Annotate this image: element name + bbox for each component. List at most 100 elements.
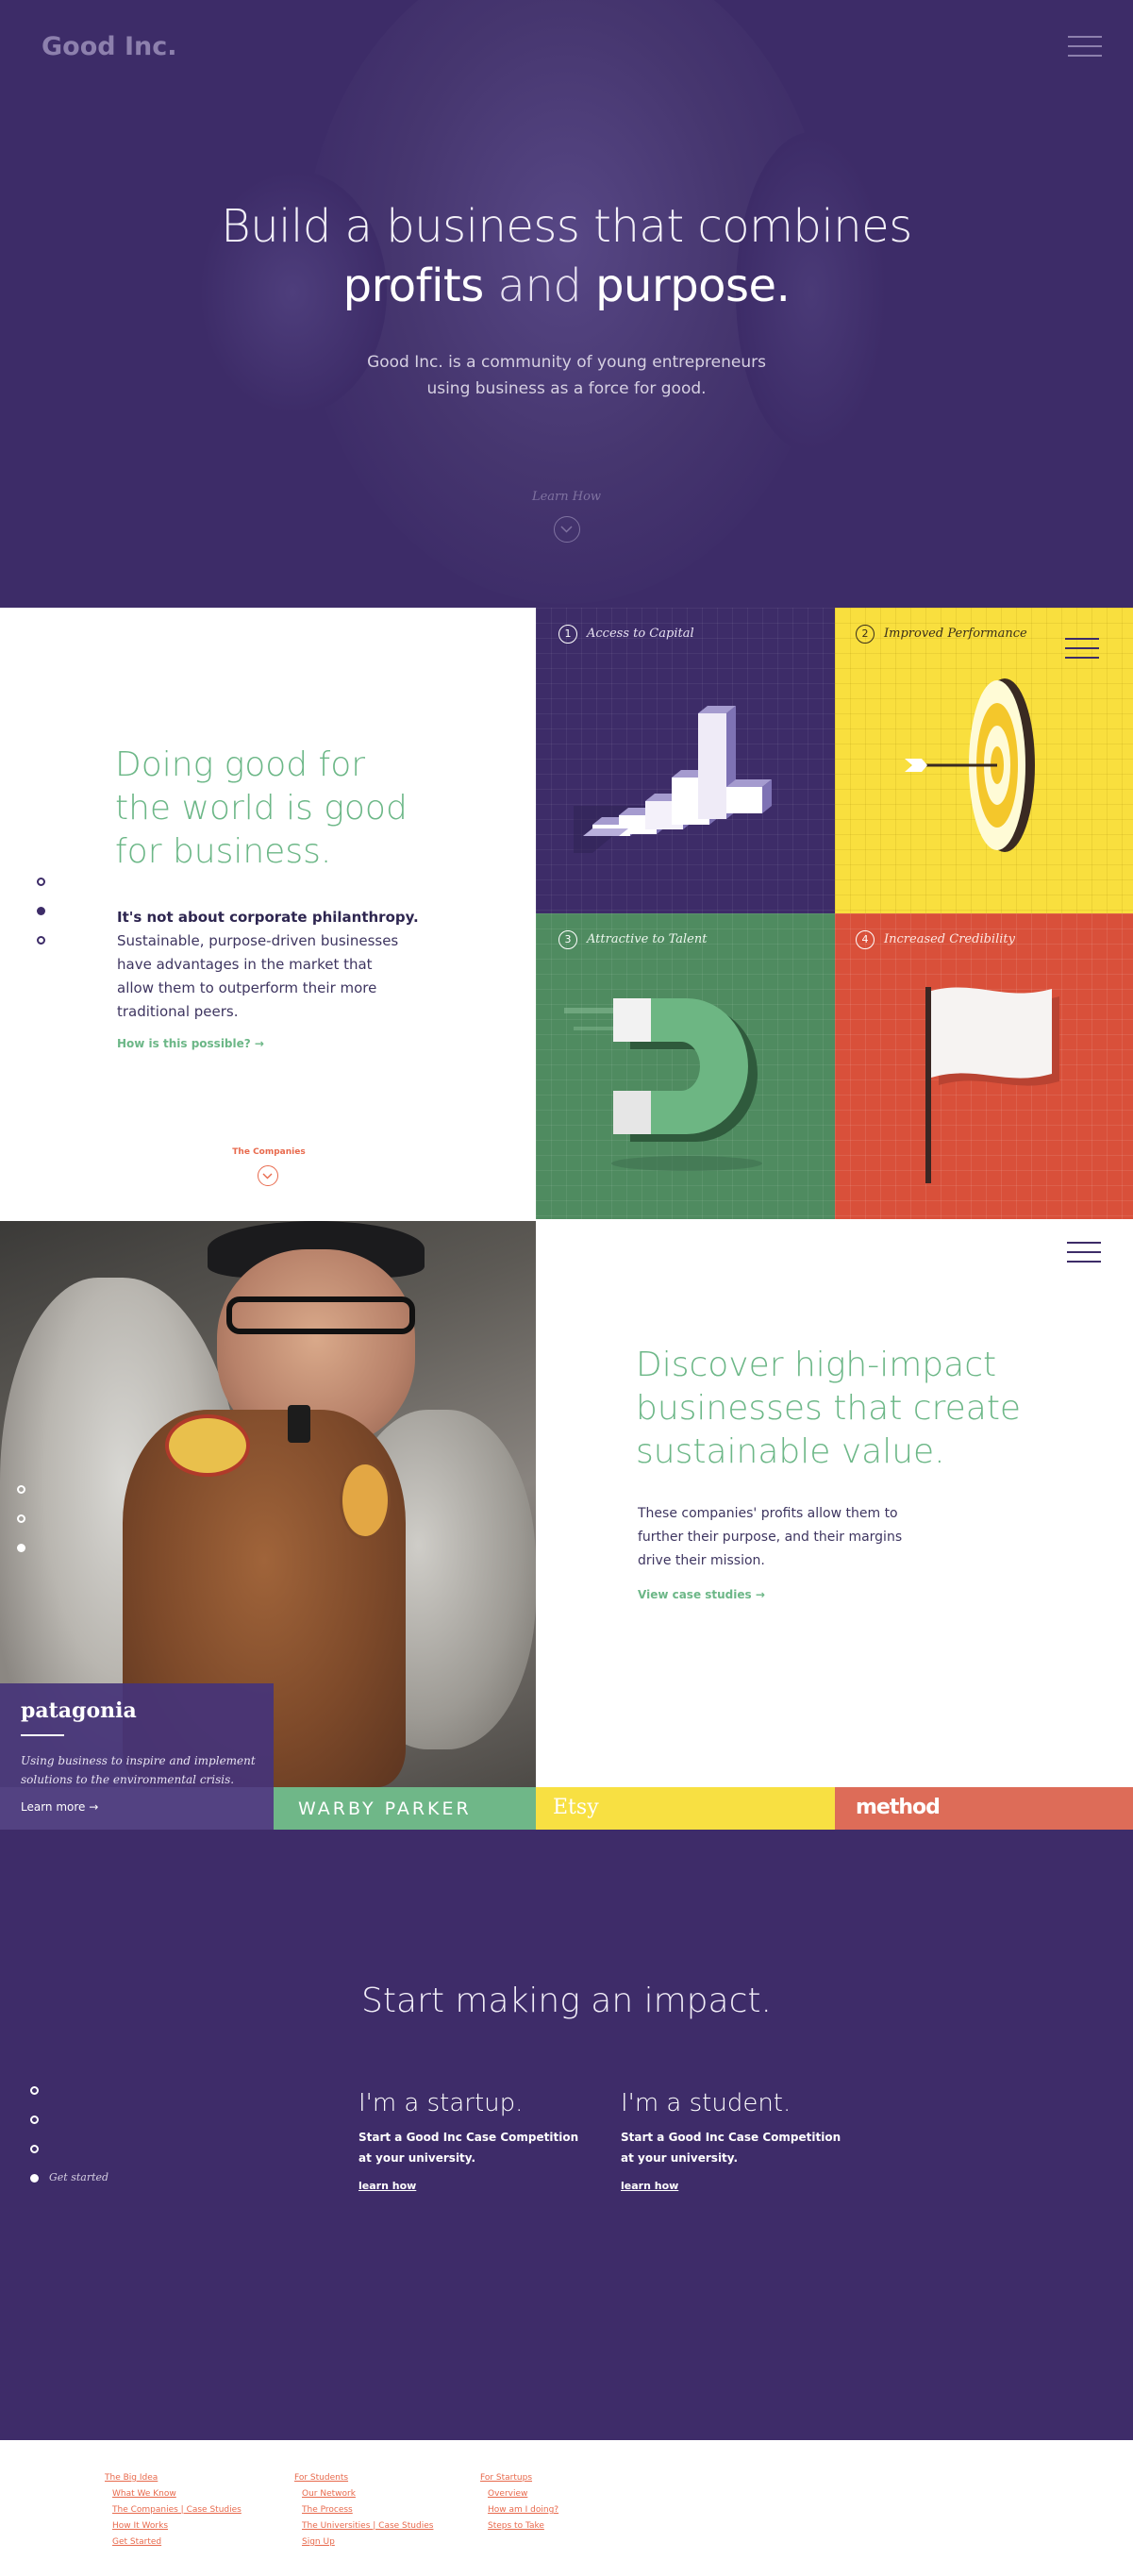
warby-parker-logo: WARBY PARKER [298, 1798, 472, 1819]
how-possible-link[interactable]: How is this possible? → [117, 1037, 264, 1050]
patagonia-logo: patagonia [21, 1698, 137, 1723]
menu-icon[interactable] [1068, 36, 1102, 59]
footer-link[interactable]: How It Works [112, 2518, 242, 2534]
headline-purpose: purpose. [595, 259, 791, 312]
description-line: Start a Good Inc Case Competition [621, 2131, 841, 2144]
section-nav-dot[interactable] [30, 2086, 39, 2095]
section-nav-dot[interactable] [30, 2145, 39, 2153]
heading-line: Doing good for [115, 745, 366, 784]
tile-label: Improved Performance [884, 627, 1027, 641]
tile-number: 2 [856, 625, 875, 644]
body-line: allow them to outperform their more [117, 979, 377, 996]
site-logo[interactable]: Good Inc. [42, 32, 177, 61]
the-companies-link[interactable]: The Companies [179, 1147, 358, 1157]
startup-description: Start a Good Inc Case Competition at you… [358, 2127, 604, 2168]
scroll-down-button[interactable] [258, 1165, 278, 1186]
section-nav-dot-active[interactable] [17, 1544, 25, 1552]
impact-section: Start making an impact. Get started I'm … [0, 1830, 1133, 2440]
section-nav-dot[interactable] [30, 2116, 39, 2124]
get-started-label: Get started [49, 2171, 109, 2183]
section-nav-dot[interactable] [17, 1514, 25, 1523]
flag-icon [925, 987, 1059, 1183]
menu-icon[interactable] [1065, 638, 1099, 661]
chevron-down-icon [262, 1173, 273, 1179]
footer-link[interactable]: Our Network [302, 2486, 433, 2502]
description-line: Using business to inspire and implement [21, 1754, 256, 1767]
benefits-body: It's not about corporate philanthropy. S… [117, 906, 419, 1024]
section-nav-dot-active[interactable] [37, 907, 45, 915]
hero-headline-line2: profits and purpose. [0, 259, 1133, 312]
section-nav-dot[interactable] [17, 1485, 25, 1494]
impact-heading: Start making an impact. [361, 1982, 772, 2020]
etsy-logo: Etsy [553, 1796, 599, 1819]
companies-body: These companies' profits allow them to f… [638, 1502, 902, 1573]
startup-learn-how-link[interactable]: learn how [358, 2180, 604, 2192]
footer-link[interactable]: Sign Up [302, 2534, 433, 2551]
startup-column: I'm a startup. Start a Good Inc Case Com… [358, 2089, 604, 2192]
chevron-down-icon [560, 526, 573, 533]
section-nav-dot[interactable] [37, 878, 45, 886]
student-learn-how-link[interactable]: learn how [621, 2180, 866, 2192]
hero-subtitle: Good Inc. is a community of young entrep… [283, 349, 850, 402]
benefits-section: Doing good for the world is good for bus… [0, 608, 1133, 1221]
companies-section: patagonia Using business to inspire and … [0, 1221, 1133, 1830]
headline-profits: profits [342, 259, 485, 312]
hero-subtitle-line: using business as a force for good. [426, 379, 707, 398]
section-nav-dot[interactable] [37, 936, 45, 945]
footer-link[interactable]: Overview [488, 2486, 558, 2502]
headline-and: and [497, 259, 582, 312]
student-title: I'm a student. [621, 2089, 791, 2117]
footer-link[interactable]: What We Know [112, 2486, 242, 2502]
body-line: These companies' profits allow them to [638, 1506, 898, 1521]
tile-number: 1 [558, 625, 577, 644]
view-case-studies-link[interactable]: View case studies → [638, 1588, 765, 1601]
tab-warby-parker[interactable]: WARBY PARKER [274, 1787, 536, 1830]
featured-company-card[interactable]: patagonia Using business to inspire and … [0, 1683, 274, 1830]
body-line: have advantages in the market that [117, 956, 373, 973]
tile-number: 3 [558, 930, 577, 949]
tile-access-to-capital[interactable]: 1 Access to Capital [536, 608, 835, 913]
featured-company-description: Using business to inspire and implement … [21, 1751, 266, 1789]
tile-label: Attractive to Talent [587, 932, 708, 946]
tile-improved-performance[interactable]: 2 Improved Performance [835, 608, 1133, 913]
footer-link[interactable]: The Universities | Case Studies [302, 2518, 433, 2534]
benefits-lead: It's not about corporate philanthropy. [117, 909, 419, 926]
footer-column-students: For Students Our Network The Process The… [294, 2470, 433, 2551]
learn-more-link[interactable]: Learn more → [21, 1800, 98, 1814]
footer-link[interactable]: Get Started [112, 2534, 242, 2551]
footer-link[interactable]: How am I doing? [488, 2502, 558, 2518]
student-description: Start a Good Inc Case Competition at you… [621, 2127, 866, 2168]
section-nav-dot-active[interactable] [30, 2174, 39, 2183]
tile-increased-credibility[interactable]: 4 Increased Credibility [835, 913, 1133, 1219]
learn-how-link[interactable]: Learn How [0, 490, 1133, 504]
footer-column-startups: For Startups Overview How am I doing? St… [480, 2470, 558, 2534]
heading-line: sustainable value. [636, 1432, 945, 1471]
description-line: Start a Good Inc Case Competition [358, 2131, 579, 2144]
startup-title: I'm a startup. [358, 2089, 524, 2117]
tab-method[interactable]: method [835, 1787, 1133, 1830]
description-line: at your university. [358, 2151, 476, 2165]
heading-line: Discover high-impact [636, 1346, 997, 1384]
body-line: traditional peers. [117, 1003, 239, 1020]
tile-attractive-to-talent[interactable]: 3 Attractive to Talent [536, 913, 835, 1219]
footer-heading-link[interactable]: For Students [294, 2470, 433, 2486]
footer-link[interactable]: The Process [302, 2502, 433, 2518]
body-line: further their purpose, and their margins [638, 1530, 903, 1545]
scroll-down-button[interactable] [554, 516, 580, 543]
hero-headline: Build a business that combines [221, 200, 912, 253]
footer-heading-link[interactable]: The Big Idea [105, 2470, 242, 2486]
method-logo: method [856, 1796, 941, 1819]
heading-line: for business. [115, 832, 332, 871]
magnet-icon [564, 998, 762, 1171]
benefits-heading: Doing good for the world is good for bus… [115, 744, 408, 874]
footer-link[interactable]: Steps to Take [488, 2518, 558, 2534]
footer-link[interactable]: The Companies | Case Studies [112, 2502, 242, 2518]
description-line: at your university. [621, 2151, 739, 2165]
target-icon [905, 678, 1035, 852]
description-line: solutions to the environmental crisis. [21, 1773, 235, 1786]
tab-etsy[interactable]: Etsy [536, 1787, 835, 1830]
menu-icon[interactable] [1067, 1242, 1101, 1264]
site-footer: The Big Idea What We Know The Companies … [0, 2440, 1133, 2576]
footer-heading-link[interactable]: For Startups [480, 2470, 558, 2486]
student-column: I'm a student. Start a Good Inc Case Com… [621, 2089, 866, 2192]
